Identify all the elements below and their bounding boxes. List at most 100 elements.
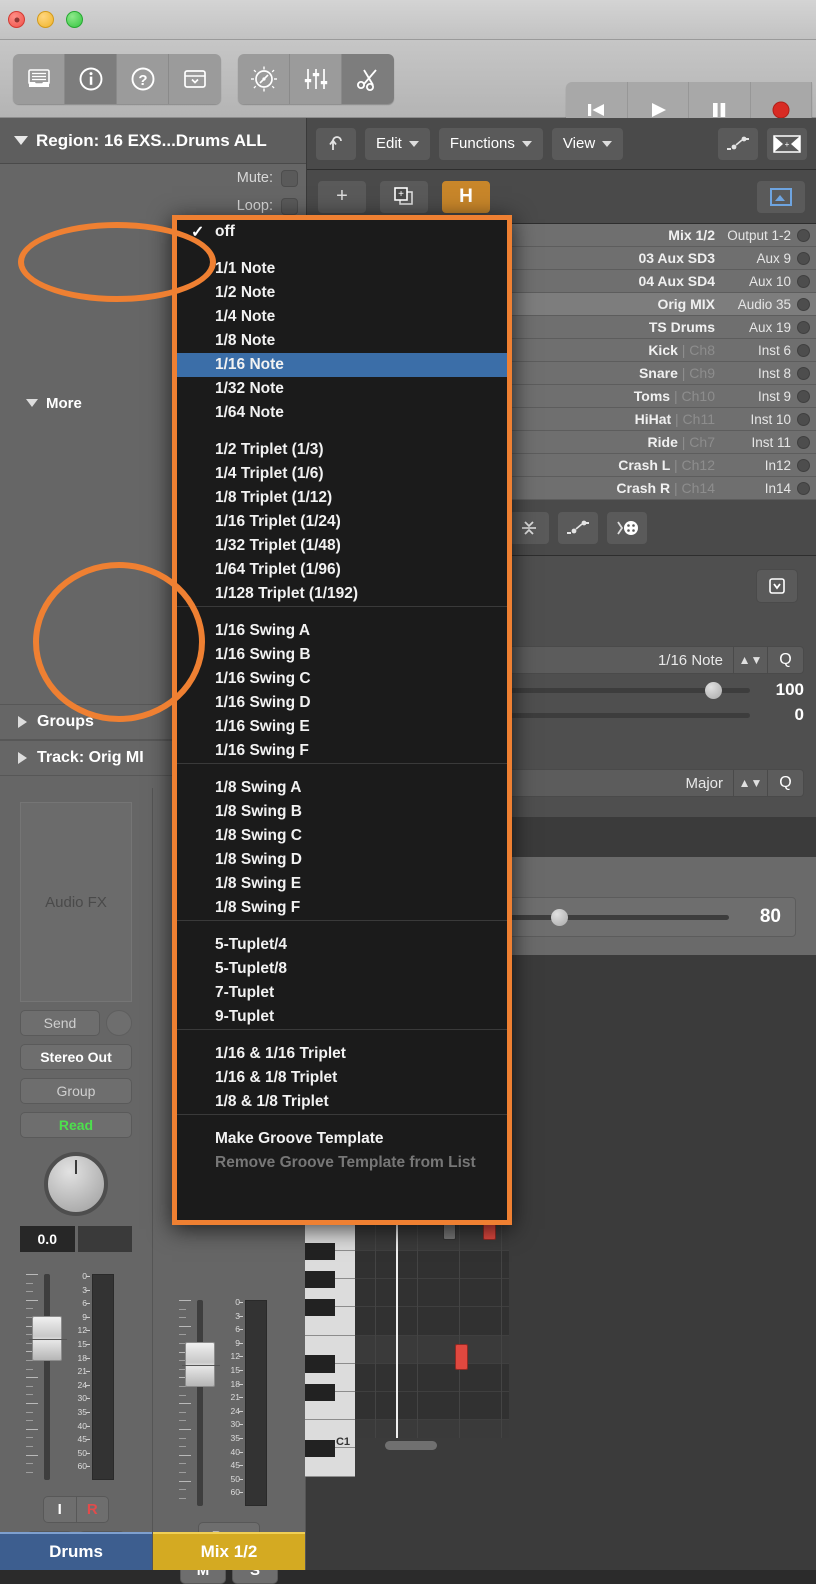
menu-item[interactable]: 1/16 Swing B <box>177 643 507 667</box>
color-palette-icon[interactable] <box>606 510 649 545</box>
track-io-cell[interactable]: Inst 9 <box>721 389 797 404</box>
menu-item[interactable]: 1/8 Swing A <box>177 776 507 800</box>
piano-black-key[interactable] <box>305 1298 335 1317</box>
menu-item[interactable]: 1/1 Note <box>177 257 507 281</box>
menu-item[interactable]: 1/8 Triplet (1/12) <box>177 486 507 510</box>
param-mute[interactable]: Mute: <box>0 164 306 192</box>
menu-item[interactable]: 1/8 & 1/8 Triplet <box>177 1090 507 1114</box>
menu-item[interactable]: 1/8 Swing F <box>177 896 507 920</box>
track-color-dot[interactable] <box>797 274 810 288</box>
track-color-dot[interactable] <box>797 366 810 380</box>
menu-item[interactable]: 1/16 Swing A <box>177 619 507 643</box>
track-color-dot[interactable] <box>797 297 810 311</box>
minimize-button[interactable] <box>37 11 54 28</box>
quantize-dropdown-menu[interactable]: ✓ off 1/1 Note 1/2 Note 1/4 Note 1/8 Note 1/16… <box>172 215 512 1225</box>
mixer-icon[interactable] <box>290 54 342 104</box>
piano-black-key[interactable] <box>305 1355 335 1373</box>
automation-curve-icon[interactable] <box>557 510 600 545</box>
close-button[interactable] <box>8 11 25 28</box>
zoom-button[interactable] <box>66 11 83 28</box>
menu-item[interactable]: 5-Tuplet/4 <box>177 933 507 957</box>
menu-item[interactable]: 1/64 Note <box>177 401 507 425</box>
menu-item[interactable]: 1/16 & 1/8 Triplet <box>177 1066 507 1090</box>
group-button[interactable]: Group <box>20 1078 132 1104</box>
menu-item[interactable]: 1/4 Triplet (1/6) <box>177 462 507 486</box>
menu-item[interactable]: 9-Tuplet <box>177 1005 507 1029</box>
menu-item[interactable]: 1/4 Note <box>177 305 507 329</box>
track-io-cell[interactable]: Aux 19 <box>721 320 797 335</box>
track-io-cell[interactable]: Output 1-2 <box>721 228 797 243</box>
menu-item[interactable]: 1/128 Triplet (1/192) <box>177 582 507 606</box>
track-io-cell[interactable]: Inst 10 <box>721 412 797 427</box>
toolbar-icon[interactable] <box>169 54 221 104</box>
hyper-draw-button[interactable]: H <box>441 179 491 214</box>
menu-item[interactable]: 1/16 Note <box>177 353 507 377</box>
track-color-dot[interactable] <box>797 320 810 334</box>
track-color-dot[interactable] <box>797 481 810 495</box>
automation-mode-button[interactable]: Read <box>20 1112 132 1138</box>
inspector-icon[interactable] <box>65 54 117 104</box>
menu-item[interactable]: 7-Tuplet <box>177 981 507 1005</box>
menu-functions[interactable]: Functions <box>437 126 544 161</box>
channel-name-mix[interactable]: Mix 1/2 <box>153 1532 305 1570</box>
menu-item[interactable]: 1/16 Swing E <box>177 715 507 739</box>
scrollbar-thumb[interactable] <box>385 1441 437 1450</box>
fader-handle[interactable] <box>29 1316 67 1361</box>
view-toggle-icon[interactable] <box>756 179 806 214</box>
collapse-icon[interactable] <box>508 510 551 545</box>
menu-edit[interactable]: Edit <box>364 126 431 161</box>
menu-item[interactable]: 1/8 Swing B <box>177 800 507 824</box>
undo-arrow-icon[interactable] <box>315 126 357 161</box>
menu-item[interactable]: 1/16 & 1/16 Triplet <box>177 1042 507 1066</box>
menu-item[interactable]: 1/64 Triplet (1/96) <box>177 558 507 582</box>
track-io-cell[interactable]: Inst 6 <box>721 343 797 358</box>
track-io-cell[interactable]: Aux 9 <box>721 251 797 266</box>
track-io-cell[interactable]: Inst 8 <box>721 366 797 381</box>
menu-item[interactable]: 1/8 Swing C <box>177 824 507 848</box>
track-color-dot[interactable] <box>797 389 810 403</box>
scale-apply-button[interactable]: Q <box>768 769 804 797</box>
menu-item[interactable]: 1/2 Triplet (1/3) <box>177 438 507 462</box>
quick-help-icon[interactable]: ? <box>117 54 169 104</box>
flex-time-icon[interactable]: + <box>766 126 808 161</box>
library-icon[interactable] <box>13 54 65 104</box>
track-color-dot[interactable] <box>797 251 810 265</box>
menu-item[interactable]: 1/8 Swing E <box>177 872 507 896</box>
track-io-cell[interactable]: In14 <box>721 481 797 496</box>
quantize-stepper-icon[interactable]: ▲▼ <box>734 646 768 674</box>
record-enable-button[interactable]: R <box>75 1497 108 1522</box>
audio-fx-slot[interactable]: Audio FX <box>20 802 132 1002</box>
menu-item[interactable]: ✓ off <box>177 220 507 244</box>
slider-handle[interactable] <box>704 682 722 699</box>
track-color-dot[interactable] <box>797 458 810 472</box>
send-level-knob[interactable] <box>106 1010 132 1036</box>
pan-knob[interactable] <box>44 1152 108 1216</box>
midi-note[interactable] <box>455 1344 468 1370</box>
menu-item[interactable]: 5-Tuplet/8 <box>177 957 507 981</box>
channel-name-drums[interactable]: Drums <box>0 1532 152 1570</box>
horizontal-scrollbar[interactable] <box>355 1438 509 1452</box>
menu-item[interactable]: 1/8 Note <box>177 329 507 353</box>
menu-item[interactable]: 1/16 Triplet (1/24) <box>177 510 507 534</box>
menu-item[interactable]: 1/2 Note <box>177 281 507 305</box>
track-io-cell[interactable]: Aux 10 <box>721 274 797 289</box>
menu-item[interactable]: Make Groove Template <box>177 1127 507 1151</box>
menu-item[interactable]: 1/32 Note <box>177 377 507 401</box>
input-monitor-button[interactable]: I <box>44 1497 76 1522</box>
pan-value[interactable]: 0.0 <box>20 1226 75 1252</box>
send-button[interactable]: Send <box>20 1010 100 1036</box>
region-menu-icon[interactable] <box>756 569 798 603</box>
mute-checkbox[interactable] <box>281 169 298 187</box>
menu-item[interactable]: 1/32 Triplet (1/48) <box>177 534 507 558</box>
track-color-dot[interactable] <box>797 343 810 357</box>
quantize-apply-button[interactable]: Q <box>768 646 804 674</box>
menu-view[interactable]: View <box>550 126 625 161</box>
disclosure-triangle-icon[interactable] <box>14 136 28 145</box>
smart-controls-icon[interactable] <box>238 54 290 104</box>
menu-item[interactable]: 1/16 Swing C <box>177 667 507 691</box>
track-io-cell[interactable]: Inst 11 <box>721 435 797 450</box>
menu-item[interactable]: 1/16 Swing D <box>177 691 507 715</box>
output-button[interactable]: Stereo Out <box>20 1044 132 1070</box>
menu-item[interactable]: 1/16 Swing F <box>177 739 507 763</box>
duplicate-icon[interactable]: + <box>379 179 429 214</box>
